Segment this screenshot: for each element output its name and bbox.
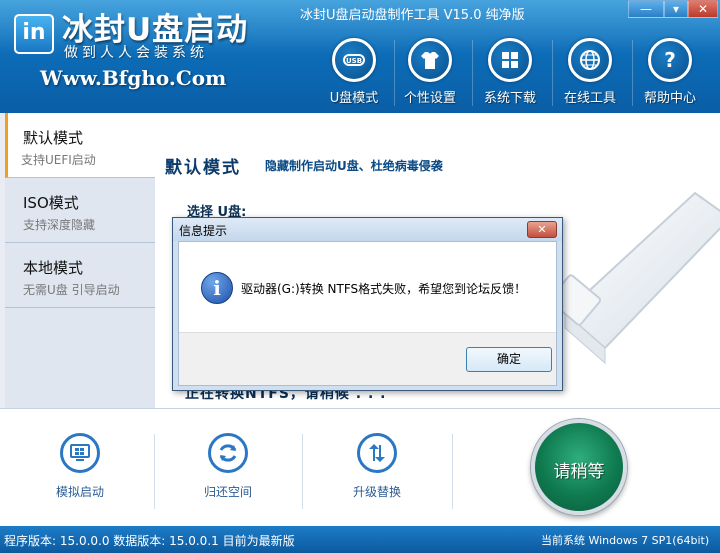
sidebar-item-subtitle: 支持深度隐藏 [23,218,96,232]
nav-label: 个性设置 [403,91,456,106]
nav-system-download[interactable]: 系统下载 [474,36,546,108]
action-divider [452,434,453,509]
dialog-titlebar[interactable]: 信息提示 ✕ [173,218,562,241]
nav-label: 帮助中心 [643,91,696,106]
sidebar-item-title: ISO模式 [23,194,79,212]
info-icon: i [201,272,233,304]
close-button[interactable]: ✕ [688,0,718,18]
nav-label: 在线工具 [563,91,616,106]
dialog-footer: 确定 [179,332,556,385]
windows-icon [488,38,532,82]
upgrade-replace-button[interactable]: 升级替换 [327,431,427,511]
upgrade-icon [357,433,397,473]
dialog-body: i 驱动器(G:)转换 NTFS格式失败，希望您到论坛反馈！ 确定 [178,241,557,386]
sidebar-item-subtitle: 支持UEFI启动 [21,153,96,167]
start-button-label: 请稍等 [553,462,605,482]
sidebar-item-title: 本地模式 [23,259,84,277]
logo-slogan: 做到人人会装系统 [64,45,208,61]
action-label: 归还空间 [203,485,252,499]
globe-icon [568,38,612,82]
action-bar: 模拟启动 归还空间 升级替换 请稍等 [0,408,720,526]
restore-space-button[interactable]: 归还空间 [178,431,278,511]
mode-sidebar: 默认模式 支持UEFI启动 ISO模式 支持深度隐藏 本地模式 无需U盘 引导启… [0,113,155,408]
refresh-icon [208,433,248,473]
usb-icon: USB [332,38,376,82]
action-label: 模拟启动 [55,485,104,499]
mode-subtitle: 隐藏制作启动U盘、杜绝病毒侵袭 [265,159,443,173]
sidebar-item-iso-mode[interactable]: ISO模式 支持深度隐藏 [5,178,155,243]
nav-help-center[interactable]: ? 帮助中心 [634,36,706,108]
logo-icon: in [14,14,54,54]
ok-button[interactable]: 确定 [466,347,552,372]
nav-personalize[interactable]: 个性设置 [394,36,466,108]
start-make-button[interactable]: 请稍等 [531,419,627,515]
nav-divider [552,40,553,106]
dialog-title: 信息提示 [179,224,228,238]
sidebar-item-title: 默认模式 [23,129,84,147]
nav-label: 系统下载 [483,91,536,106]
nav-online-tools[interactable]: 在线工具 [554,36,626,108]
action-divider [302,434,303,509]
sidebar-item-default-mode[interactable]: 默认模式 支持UEFI启动 [5,113,155,178]
usb-drive-illustration [548,191,720,365]
help-icon: ? [648,38,692,82]
dialog-message: 驱动器(G:)转换 NTFS格式失败，希望您到论坛反馈！ [241,282,527,296]
menu-dropdown-button[interactable]: ▾ [664,0,688,18]
info-dialog: 信息提示 ✕ i 驱动器(G:)转换 NTFS格式失败，希望您到论坛反馈！ 确定 [172,217,563,391]
sidebar-item-subtitle: 无需U盘 引导启动 [23,283,120,297]
status-bar: 程序版本: 15.0.0.0 数据版本: 15.0.0.1 目前为最新版 当前系… [0,526,720,553]
tshirt-icon [408,38,452,82]
nav-label: U盘模式 [329,91,379,106]
sidebar-empty-area [5,308,155,408]
current-system-info: 当前系统 Windows 7 SP1(64bit) [541,534,710,547]
sidebar-item-local-mode[interactable]: 本地模式 无需U盘 引导启动 [5,243,155,308]
monitor-icon [60,433,100,473]
dialog-close-button[interactable]: ✕ [527,221,557,238]
website-label: Www.Bfgho.Com [40,66,227,90]
window-title: 冰封U盘启动盘制作工具 V15.0 纯净版 [300,8,525,23]
nav-divider [472,40,473,106]
nav-usb-mode[interactable]: USB U盘模式 [318,36,390,108]
svg-text:?: ? [664,49,676,71]
action-label: 升级替换 [352,485,401,499]
nav-divider [632,40,633,106]
svg-text:USB: USB [346,57,362,65]
version-info: 程序版本: 15.0.0.0 数据版本: 15.0.0.1 目前为最新版 [4,534,295,548]
minimize-button[interactable]: — [628,0,664,18]
simulate-boot-button[interactable]: 模拟启动 [30,431,130,511]
mode-title: 默认模式 [165,158,241,178]
action-divider [154,434,155,509]
app-header: in 冰封U盘启动 做到人人会装系统 Www.Bfgho.Com 冰封U盘启动盘… [0,0,720,113]
